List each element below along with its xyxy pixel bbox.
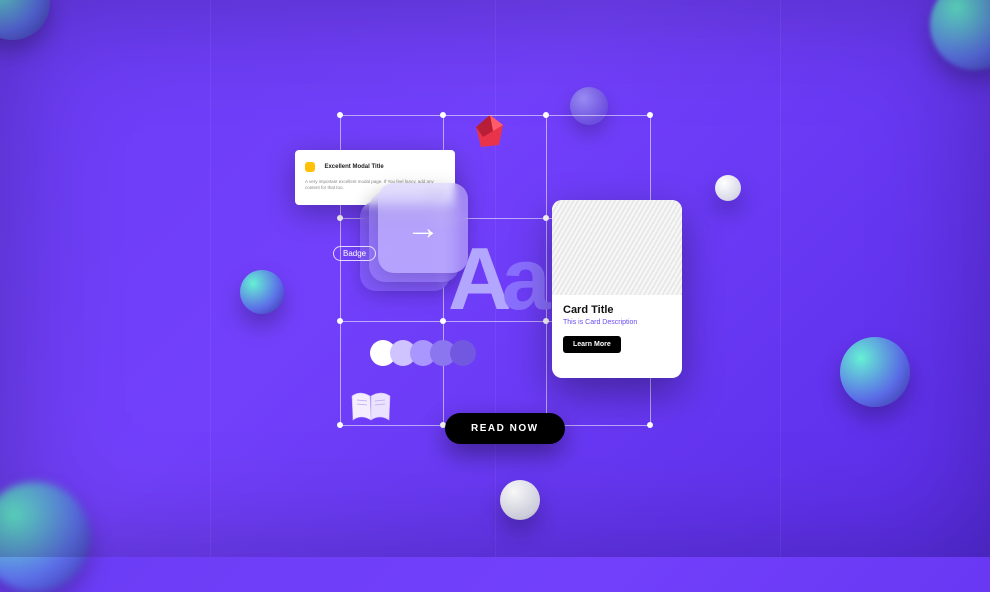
color-swatches [370,340,470,366]
card-title: Card Title [563,304,671,316]
sphere-decoration [840,337,910,407]
sphere-decoration [240,270,284,314]
arrow-right-icon: → [406,209,440,248]
bg-vline [780,0,781,557]
sphere-decoration [500,480,540,520]
typography-sample: Aa [448,228,549,330]
typo-letter: A [448,229,510,328]
sphere-decoration [930,0,990,70]
bg-vline [210,0,211,557]
sphere-decoration [0,0,50,40]
sphere-decoration [0,482,90,592]
learn-more-button[interactable]: Learn More [563,336,621,353]
badge-component: Badge [333,246,376,261]
color-swatch [450,340,476,366]
modal-title: Excellent Modal Title [324,164,383,170]
warning-icon [305,162,315,172]
book-icon [350,390,392,424]
sphere-decoration [715,175,741,201]
read-now-button[interactable]: READ NOW [445,413,565,444]
card-component: Card Title This is Card Description Lear… [552,200,682,378]
typo-letter: a [502,229,549,328]
card-description: This is Card Description [563,319,671,326]
design-scene: Excellent Modal Title A very important e… [0,0,990,557]
card-image [552,200,682,295]
